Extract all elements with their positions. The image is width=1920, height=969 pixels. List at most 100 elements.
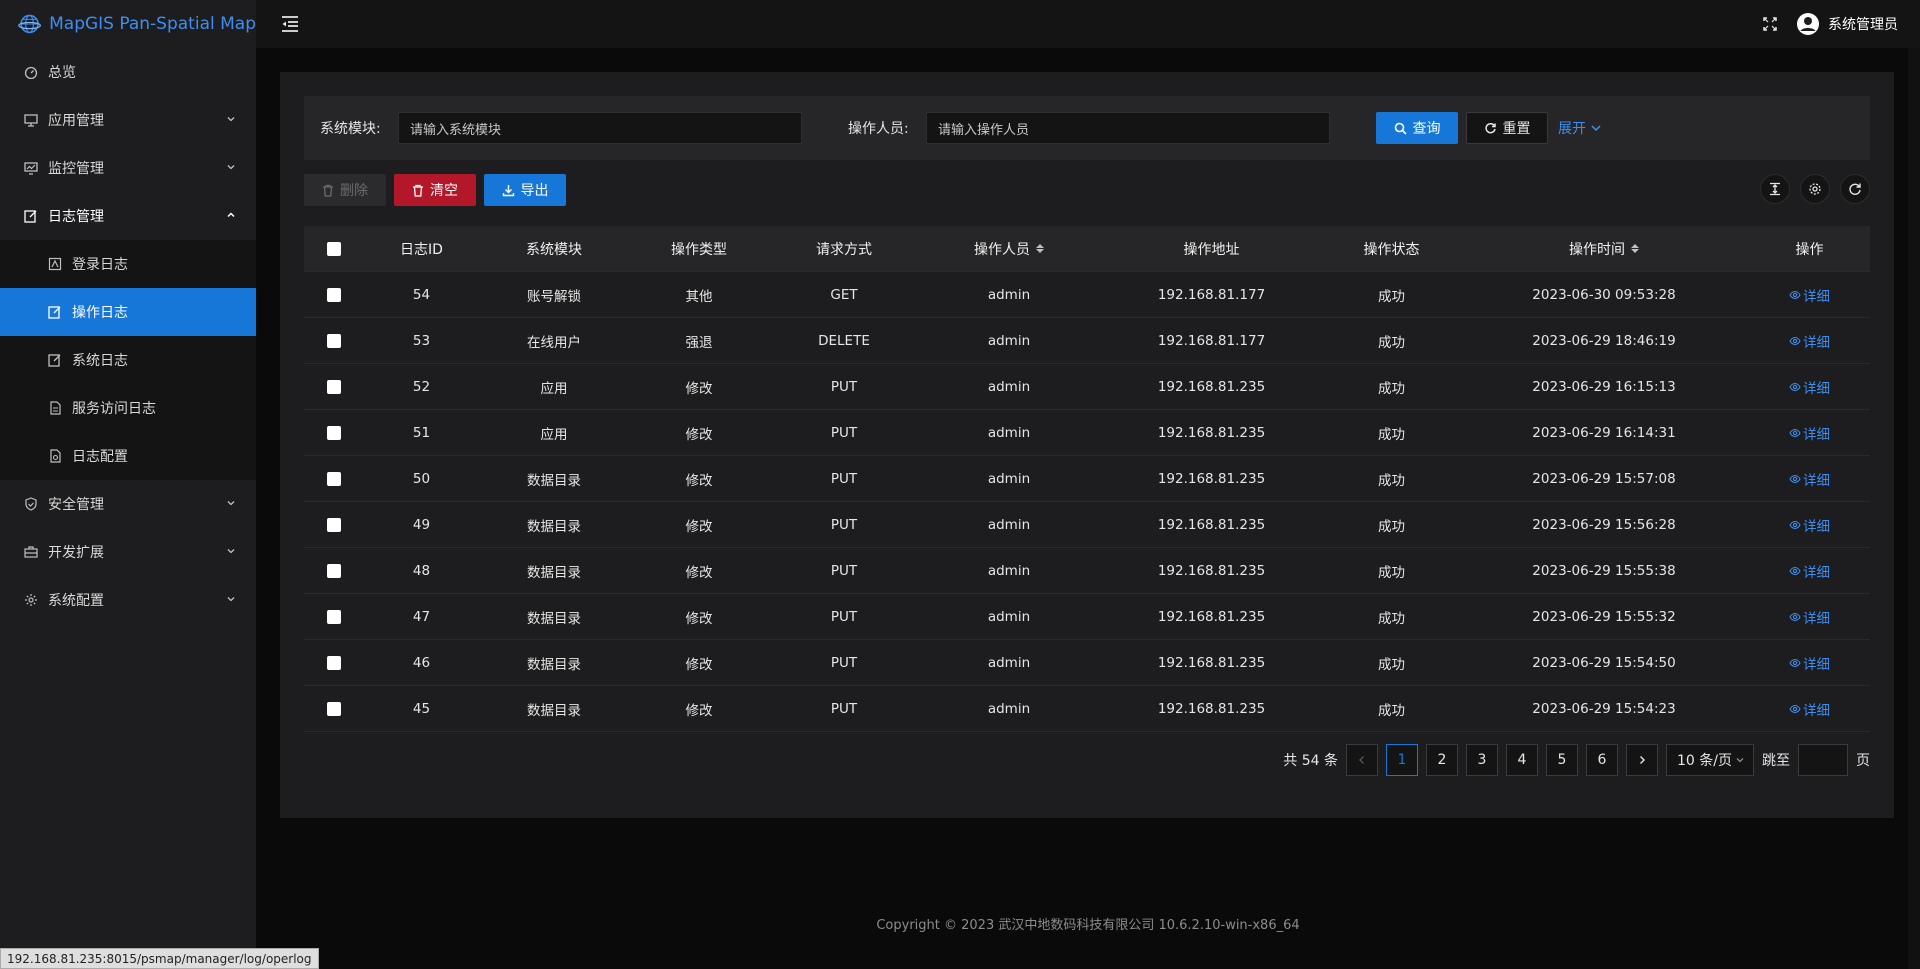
expand-link[interactable]: 展开	[1558, 112, 1602, 144]
operator-input[interactable]: 请输入操作人员	[926, 112, 1330, 144]
row-checkbox[interactable]	[327, 425, 341, 440]
detail-link[interactable]: 详细	[1789, 377, 1830, 397]
cell-operator: admin	[987, 286, 1031, 303]
sidebar-item-app-management[interactable]: 应用管理	[0, 96, 256, 144]
operlog-table: 日志ID 系统模块 操作类型 请求方式 操作人员 操作地址 操作状态 操作时间 …	[304, 226, 1870, 732]
clear-button[interactable]: 清空	[394, 174, 476, 206]
detail-link[interactable]: 详细	[1789, 331, 1830, 351]
row-checkbox[interactable]	[327, 609, 341, 624]
row-select-cell	[304, 425, 364, 440]
detail-link[interactable]: 详细	[1789, 653, 1830, 673]
cell-system-module: 数据目录	[527, 564, 581, 581]
sidebar-item-security[interactable]: 安全管理	[0, 480, 256, 528]
log-submenu: 登录日志 操作日志 系统日志 服务访问日志 日志配置	[0, 240, 256, 480]
page-button[interactable]: 3	[1466, 744, 1498, 776]
cell-operator: admin	[987, 516, 1031, 533]
refresh-button[interactable]	[1840, 174, 1870, 204]
module-input[interactable]: 请输入系统模块	[398, 112, 802, 144]
row-select-cell	[304, 517, 364, 532]
page-scrollbar[interactable]	[1908, 48, 1920, 969]
detail-label: 详细	[1803, 380, 1830, 397]
cell-log-id: 49	[412, 516, 431, 533]
table-row: 54 账号解锁 其他 GET admin 192.168.81.177 成功 2023-06-…	[304, 272, 1870, 318]
actions-cell: 详细	[1749, 423, 1870, 443]
page-button[interactable]: 5	[1546, 744, 1578, 776]
page-button[interactable]: 1	[1386, 744, 1418, 776]
detail-link[interactable]: 详细	[1789, 561, 1830, 581]
eye-icon	[1789, 336, 1801, 345]
row-checkbox[interactable]	[327, 517, 341, 532]
column-header-label: 操作时间	[1569, 241, 1625, 258]
detail-link[interactable]: 详细	[1789, 469, 1830, 489]
row-checkbox[interactable]	[327, 379, 341, 394]
main-card: 系统模块: 请输入系统模块 操作人员: 请输入操作人员 查询 重置 展开 删除 …	[280, 72, 1894, 818]
cell-log-id: 46	[412, 654, 431, 671]
query-button[interactable]: 查询	[1376, 112, 1458, 144]
sidebar-item-login-log[interactable]: 登录日志	[0, 240, 256, 288]
column-header-sortable[interactable]: 操作时间	[1459, 239, 1749, 259]
sidebar-item-log-management[interactable]: 日志管理	[0, 192, 256, 240]
table-row: 51 应用 修改 PUT admin 192.168.81.235 成功 2023-06-29…	[304, 410, 1870, 456]
sidebar-item-system-config[interactable]: 系统配置	[0, 576, 256, 624]
chevron-up-icon	[227, 212, 235, 218]
row-checkbox[interactable]	[327, 333, 341, 348]
sort-icon[interactable]	[1631, 244, 1639, 253]
sort-icon[interactable]	[1036, 244, 1044, 253]
menu-fold-icon[interactable]	[280, 15, 300, 33]
detail-label: 详细	[1803, 702, 1830, 719]
dashboard-icon	[24, 65, 38, 79]
sidebar-item-overview[interactable]: 总览	[0, 48, 256, 96]
page-button[interactable]: 6	[1586, 744, 1618, 776]
row-checkbox[interactable]	[327, 563, 341, 578]
sidebar-item-operation-log[interactable]: 操作日志	[0, 288, 256, 336]
reset-button[interactable]: 重置	[1466, 112, 1548, 144]
cell-system-module: 数据目录	[527, 518, 581, 535]
detail-link[interactable]: 详细	[1789, 285, 1830, 305]
user-menu[interactable]: 系统管理员	[1796, 12, 1898, 36]
column-header-sortable[interactable]: 操作人员	[919, 239, 1099, 259]
sidebar-item-service-access-log[interactable]: 服务访问日志	[0, 384, 256, 432]
cell-operator: admin	[987, 424, 1031, 441]
cell-operation-time: 2023-06-29 16:15:13	[1532, 378, 1676, 395]
cell-log-id: 47	[412, 608, 431, 625]
export-button[interactable]: 导出	[484, 174, 566, 206]
delete-button[interactable]: 删除	[304, 174, 386, 206]
row-select-cell	[304, 701, 364, 716]
page-button[interactable]: 2	[1426, 744, 1458, 776]
cell-operation-type: 修改	[685, 380, 713, 397]
select-all-checkbox[interactable]	[327, 241, 341, 256]
column-header: 操作状态	[1363, 241, 1420, 258]
column-height-button[interactable]	[1760, 174, 1790, 204]
jump-page-input[interactable]	[1798, 744, 1848, 776]
sidebar-item-log-config[interactable]: 日志配置	[0, 432, 256, 480]
row-checkbox[interactable]	[327, 471, 341, 486]
detail-link[interactable]: 详细	[1789, 607, 1830, 627]
page-button[interactable]: 4	[1506, 744, 1538, 776]
header-right: 系统管理员	[1762, 0, 1920, 48]
sidebar-item-system-log[interactable]: 系统日志	[0, 336, 256, 384]
cell-request-method: PUT	[830, 378, 858, 395]
sidebar-item-dev-extension[interactable]: 开发扩展	[0, 528, 256, 576]
eye-icon	[1789, 290, 1801, 299]
detail-link[interactable]: 详细	[1789, 515, 1830, 535]
column-header: 请求方式	[816, 241, 872, 258]
settings-button[interactable]	[1800, 174, 1830, 204]
cell-operation-time: 2023-06-29 15:57:08	[1532, 470, 1676, 487]
cell-log-id: 54	[412, 286, 431, 303]
row-checkbox[interactable]	[327, 287, 341, 302]
row-checkbox[interactable]	[327, 701, 341, 716]
eye-icon	[1789, 474, 1801, 483]
cell-operation-status: 成功	[1378, 564, 1405, 581]
sidebar-item-monitor-management[interactable]: 监控管理	[0, 144, 256, 192]
next-page-button[interactable]	[1626, 744, 1658, 776]
sidebar-menu: 总览 应用管理 监控管理 日志管理	[0, 48, 256, 240]
detail-link[interactable]: 详细	[1789, 699, 1830, 719]
prev-page-button[interactable]	[1346, 744, 1378, 776]
sidebar-item-label: 服务访问日志	[72, 401, 156, 417]
page-size-select[interactable]: 10 条/页	[1666, 744, 1754, 776]
fullscreen-icon[interactable]	[1762, 16, 1778, 32]
row-checkbox[interactable]	[327, 655, 341, 670]
detail-link[interactable]: 详细	[1789, 423, 1830, 443]
jump-label: 跳至	[1762, 753, 1790, 769]
app-logo[interactable]: MapGIS Pan-Spatial Map	[0, 0, 256, 48]
